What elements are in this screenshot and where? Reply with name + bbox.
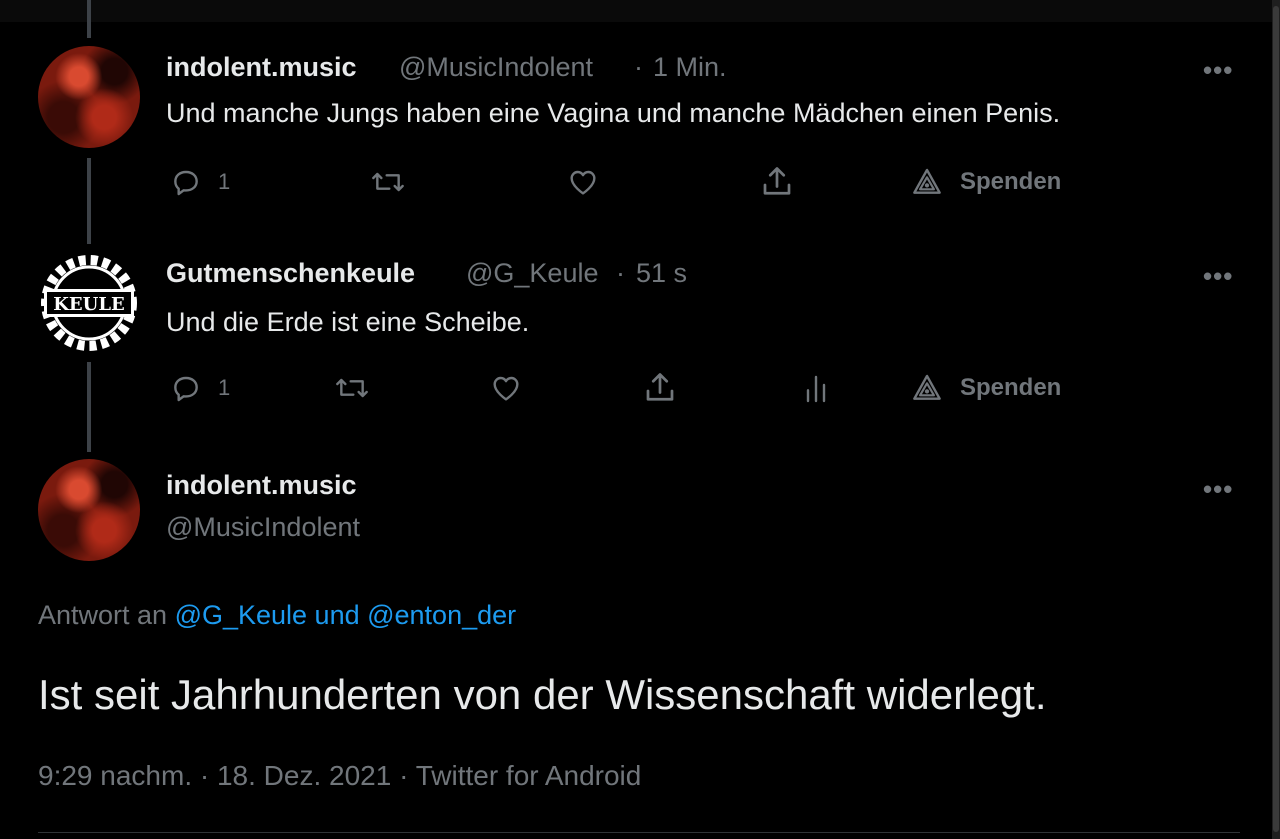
tip-icon bbox=[913, 168, 941, 194]
retweet-button[interactable] bbox=[369, 166, 407, 198]
avatar-indolent-music[interactable] bbox=[38, 46, 140, 148]
like-button[interactable] bbox=[489, 372, 523, 404]
analytics-button[interactable] bbox=[800, 372, 832, 406]
heart-icon bbox=[570, 170, 596, 195]
keule-logo-icon: KEULE bbox=[41, 255, 137, 351]
share-icon bbox=[646, 373, 674, 401]
share-button[interactable] bbox=[642, 370, 678, 406]
tweet-time[interactable]: 1 Min. bbox=[653, 52, 727, 83]
more-options-icon[interactable]: ••• bbox=[1203, 474, 1233, 505]
main-tweet-text: Ist seit Jahrhunderten von der Wissensch… bbox=[38, 671, 1047, 718]
reply-count: 1 bbox=[218, 375, 231, 400]
tweet-text: Und manche Jungs haben eine Vagina und m… bbox=[166, 98, 1061, 128]
reply-button[interactable]: 1 bbox=[170, 166, 230, 198]
donate-button[interactable]: Spenden bbox=[910, 166, 1061, 198]
scrollbar[interactable] bbox=[1272, 0, 1280, 839]
retweet-button[interactable] bbox=[333, 372, 371, 404]
scrollbar-thumb[interactable] bbox=[1273, 6, 1279, 832]
tweet-text: Und die Erde ist eine Scheibe. bbox=[166, 307, 530, 337]
tweet-author-name[interactable]: indolent.music bbox=[166, 470, 357, 501]
retweet-icon bbox=[336, 378, 368, 398]
donate-label: Spenden bbox=[960, 374, 1062, 401]
divider bbox=[38, 832, 1240, 833]
top-bar bbox=[0, 0, 1272, 22]
donate-button[interactable]: Spenden bbox=[910, 372, 1061, 404]
tweet-author-handle[interactable]: @G_Keule bbox=[466, 258, 598, 289]
share-button[interactable] bbox=[759, 164, 795, 200]
reply-count: 1 bbox=[218, 169, 231, 194]
tweet-author-name[interactable]: Gutmenschenkeule bbox=[166, 258, 415, 289]
tweet-author-name[interactable]: indolent.music bbox=[166, 52, 357, 83]
thread-line bbox=[87, 362, 91, 452]
reply-to-users-link[interactable]: @G_Keule und @enton_der bbox=[175, 600, 517, 630]
keule-logo-text: KEULE bbox=[53, 294, 124, 315]
tweet-time[interactable]: 51 s bbox=[636, 258, 687, 289]
tweet-separator: · bbox=[634, 52, 643, 82]
heart-icon bbox=[493, 376, 519, 401]
thread-line bbox=[87, 158, 91, 244]
analytics-icon bbox=[806, 375, 826, 403]
more-options-icon[interactable]: ••• bbox=[1203, 55, 1233, 86]
tweet-separator: · bbox=[616, 258, 625, 288]
avatar-indolent-music[interactable] bbox=[38, 459, 140, 561]
share-icon bbox=[763, 167, 791, 195]
like-button[interactable] bbox=[566, 166, 600, 198]
tweet-author-handle[interactable]: @MusicIndolent bbox=[166, 512, 360, 543]
reply-to-line: Antwort an @G_Keule und @enton_der bbox=[38, 600, 516, 631]
tweet-timestamp[interactable]: 9:29 nachm. · 18. Dez. 2021 · Twitter fo… bbox=[38, 760, 641, 792]
thread-line bbox=[87, 0, 91, 38]
reply-icon bbox=[174, 170, 198, 196]
retweet-icon bbox=[372, 172, 404, 192]
tweet-author-handle[interactable]: @MusicIndolent bbox=[399, 52, 593, 83]
more-options-icon[interactable]: ••• bbox=[1203, 261, 1233, 292]
reply-to-label: Antwort an bbox=[38, 600, 175, 630]
tip-icon bbox=[913, 374, 941, 400]
reply-icon bbox=[174, 376, 198, 402]
donate-label: Spenden bbox=[960, 168, 1062, 195]
avatar-gutmenschenkeule[interactable]: KEULE bbox=[38, 252, 140, 354]
reply-button[interactable]: 1 bbox=[170, 372, 230, 404]
